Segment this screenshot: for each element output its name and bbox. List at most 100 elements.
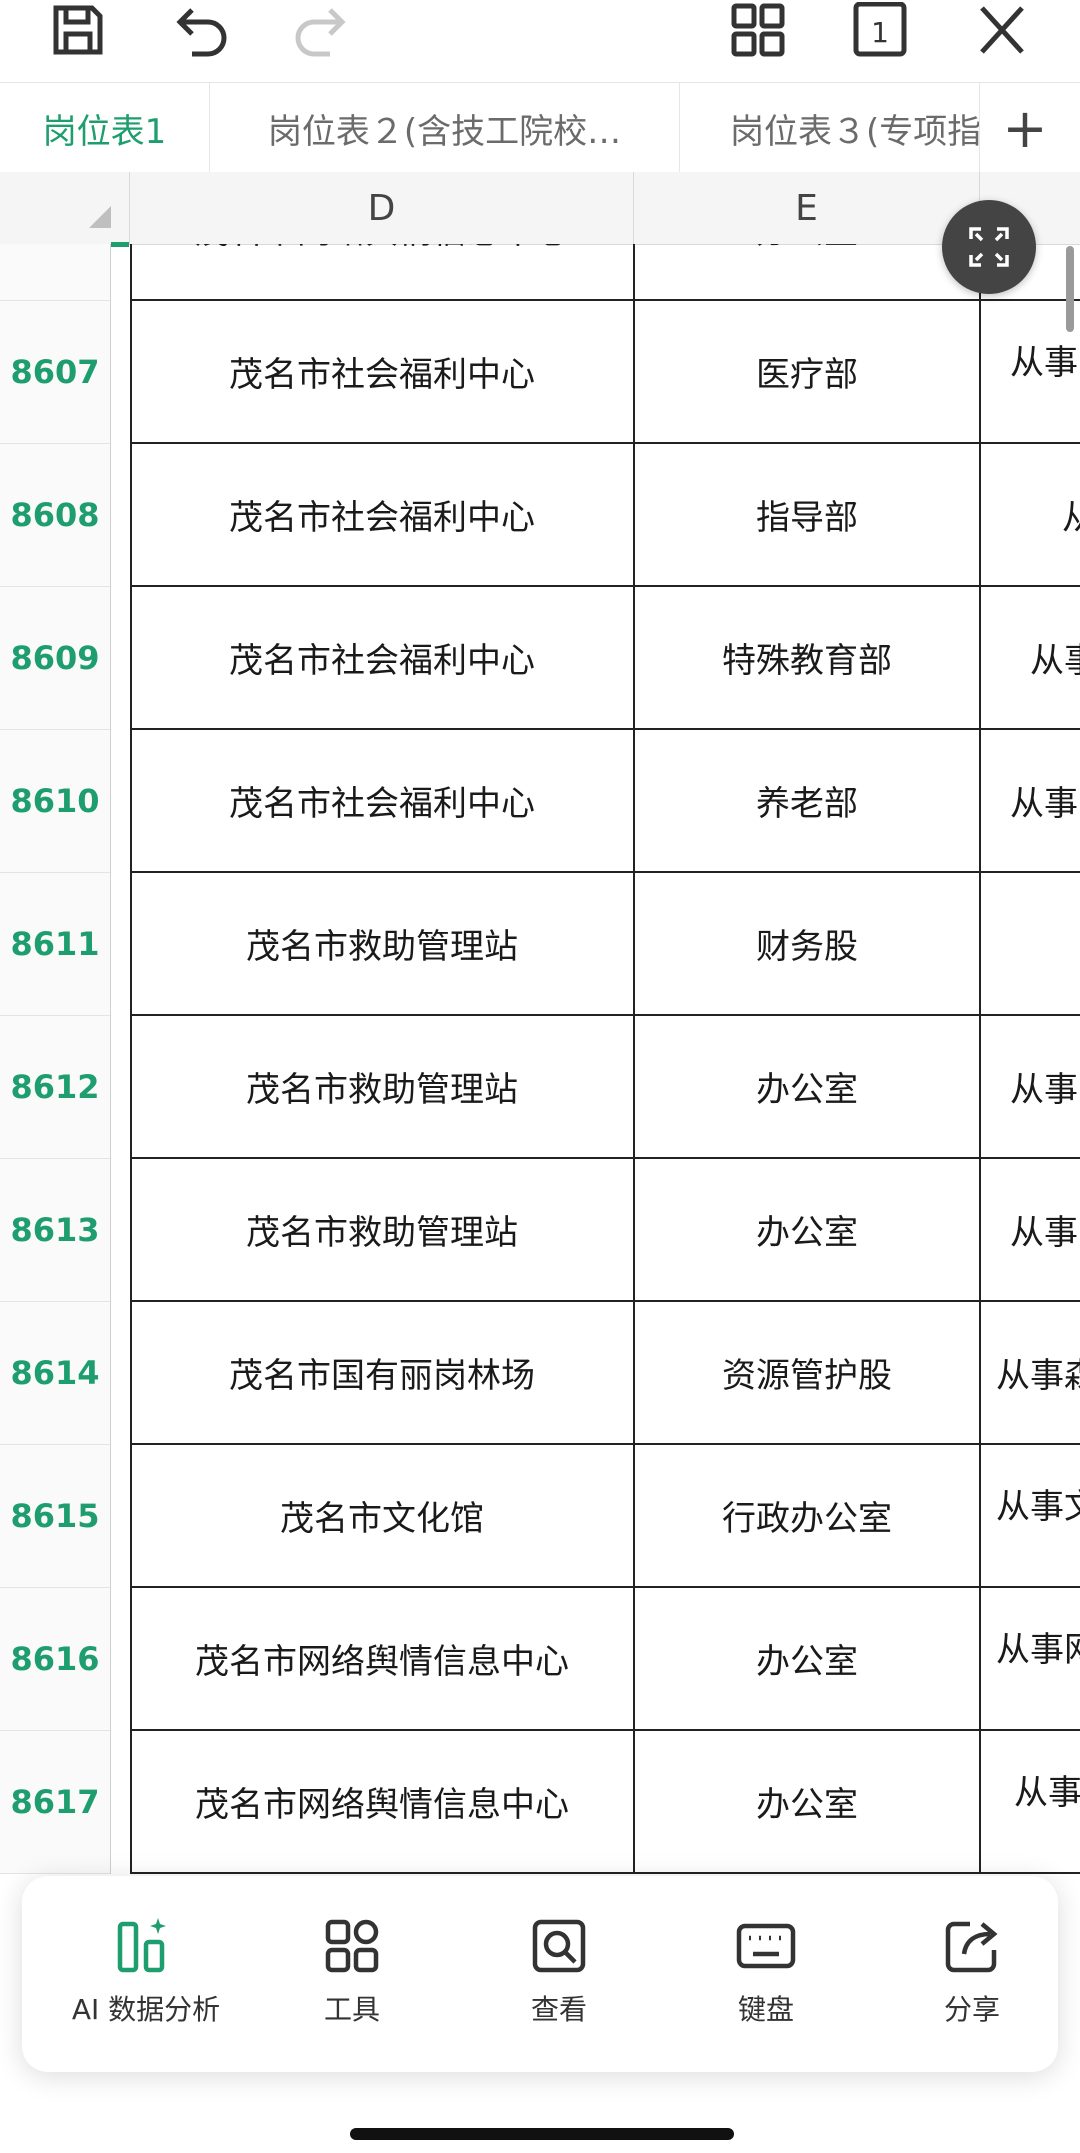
row-number[interactable]: 8612	[0, 1016, 110, 1159]
cell-f[interactable]	[980, 873, 1080, 1014]
bottom-action-bar: AI 数据分析 工具 查看 键盘 分享	[22, 1876, 1058, 2072]
row-number[interactable]: 8607	[0, 301, 110, 444]
cell-e[interactable]: 财务股	[634, 873, 980, 1014]
view-label: 查看	[530, 1993, 587, 2026]
cell-e[interactable]: 办公室	[634, 1731, 980, 1872]
cell-d[interactable]: 茂名市救助管理站	[130, 873, 634, 1014]
cell-f[interactable]: 从事	[980, 1731, 1080, 1872]
row-number[interactable]: 8615	[0, 1445, 110, 1588]
tools-button[interactable]: 工具	[262, 1916, 442, 2046]
grid-line	[633, 244, 635, 1874]
view-button[interactable]: 查看	[469, 1916, 649, 2046]
column-header-d[interactable]: D	[130, 172, 634, 244]
cell-e[interactable]: 养老部	[634, 730, 980, 871]
cell-d[interactable]: 茂名市救助管理站	[130, 1159, 634, 1300]
cell-d[interactable]: 茂名市国有丽岗林场	[130, 1302, 634, 1443]
cell-f[interactable]: 从事文	[980, 1445, 1080, 1586]
cell-d[interactable]: 茂名市社会福利中心	[130, 301, 634, 442]
table-row: 茂名市网络舆情信息中心 办公室 从事	[130, 1731, 1080, 1874]
add-sheet-icon[interactable]: +	[990, 83, 1060, 173]
row-number[interactable]: 8608	[0, 444, 110, 587]
cell-d[interactable]: 茂名市网络舆情信息中心	[130, 244, 634, 299]
cell-d[interactable]: 茂名市文化馆	[130, 1445, 634, 1586]
tab-sheet-1[interactable]: 岗位表1	[0, 83, 210, 173]
close-icon[interactable]	[962, 0, 1042, 60]
table-row: 茂名市网络舆情信息中心 办公室	[130, 244, 1080, 301]
cell-e[interactable]: 办公室	[634, 1588, 980, 1729]
redo-icon[interactable]	[282, 0, 362, 60]
cell-d[interactable]: 茂名市社会福利中心	[130, 730, 634, 871]
row-number[interactable]	[0, 244, 110, 301]
table-row: 茂名市国有丽岗林场 资源管护股 从事森	[130, 1302, 1080, 1445]
table-row: 茂名市社会福利中心 特殊教育部 从事	[130, 587, 1080, 730]
table-row: 茂名市文化馆 行政办公室 从事文	[130, 1445, 1080, 1588]
select-all-corner[interactable]	[0, 172, 130, 247]
column-header-e[interactable]: E	[634, 172, 980, 244]
cell-f[interactable]: 从事	[980, 730, 1080, 871]
cell-e[interactable]: 行政办公室	[634, 1445, 980, 1586]
tab-sheet-2[interactable]: 岗位表２(含技工院校…	[210, 83, 680, 173]
grid-line	[130, 244, 132, 1874]
save-icon[interactable]	[38, 0, 118, 60]
grid-view-icon[interactable]	[718, 0, 798, 60]
cell-e[interactable]: 办公室	[634, 1016, 980, 1157]
cell-d[interactable]: 茂名市网络舆情信息中心	[130, 1731, 634, 1872]
column-header-bar: D E	[0, 172, 1080, 247]
cell-e[interactable]: 资源管护股	[634, 1302, 980, 1443]
row-number[interactable]: 8614	[0, 1302, 110, 1445]
cell-area: 茂名市网络舆情信息中心 办公室 茂名市社会福利中心 医疗部 从事 茂名市社会福利…	[130, 244, 1080, 1874]
table-row: 茂名市社会福利中心 养老部 从事	[130, 730, 1080, 873]
cell-f[interactable]: 从事网	[980, 1588, 1080, 1729]
tab-sheet-3[interactable]: 岗位表３(专项指	[680, 83, 980, 173]
cell-d[interactable]: 茂名市社会福利中心	[130, 587, 634, 728]
cell-f[interactable]: 从事	[980, 1016, 1080, 1157]
table-row: 茂名市社会福利中心 指导部 从	[130, 444, 1080, 587]
home-indicator[interactable]	[350, 2128, 734, 2140]
view-icon	[532, 1919, 586, 1973]
page-count-text: 1	[871, 16, 889, 49]
cell-f[interactable]: 从事	[980, 587, 1080, 728]
ai-analysis-label: AI 数据分析	[71, 1993, 221, 2026]
cell-f[interactable]: 从事森	[980, 1302, 1080, 1443]
spreadsheet-grid: 8607 8608 8609 8610 8611 8612 8613 8614 …	[0, 244, 1080, 1874]
tools-icon	[325, 1919, 379, 1973]
cell-d[interactable]: 茂名市社会福利中心	[130, 444, 634, 585]
cell-e[interactable]: 医疗部	[634, 301, 980, 442]
tools-label: 工具	[323, 1993, 380, 2026]
cell-e[interactable]: 指导部	[634, 444, 980, 585]
row-number[interactable]: 8616	[0, 1588, 110, 1731]
cell-f[interactable]: 从事	[980, 301, 1080, 442]
cell-f[interactable]: 从	[980, 444, 1080, 585]
grid-line	[979, 244, 981, 1874]
cell-e[interactable]: 办公室	[634, 244, 980, 299]
share-button[interactable]: 分享	[882, 1916, 1062, 2046]
row-number[interactable]: 8617	[0, 1731, 110, 1874]
table-row: 茂名市救助管理站 财务股	[130, 873, 1080, 1016]
sheet-tab-bar: 岗位表1 岗位表２(含技工院校… 岗位表３(专项指 +	[0, 82, 1080, 174]
page-count-icon[interactable]: 1	[840, 0, 920, 60]
row-number[interactable]: 8613	[0, 1159, 110, 1302]
row-number[interactable]: 8609	[0, 587, 110, 730]
cell-e[interactable]: 办公室	[634, 1159, 980, 1300]
table-row: 茂名市社会福利中心 医疗部 从事	[130, 301, 1080, 444]
row-number[interactable]: 8611	[0, 873, 110, 1016]
ai-analysis-icon	[117, 1918, 166, 1973]
cell-d[interactable]: 茂名市救助管理站	[130, 1016, 634, 1157]
keyboard-label: 键盘	[737, 1993, 794, 2026]
table-row: 茂名市网络舆情信息中心 办公室 从事网	[130, 1588, 1080, 1731]
top-toolbar: 1	[0, 0, 1080, 82]
cell-f[interactable]: 从事	[980, 1159, 1080, 1300]
keyboard-icon	[736, 1923, 796, 1969]
undo-icon[interactable]	[160, 0, 240, 60]
share-label: 分享	[943, 1993, 1000, 2026]
fullscreen-button[interactable]	[942, 200, 1036, 294]
vertical-scrollbar[interactable]	[1066, 246, 1074, 332]
expand-icon	[969, 227, 1009, 267]
cell-d[interactable]: 茂名市网络舆情信息中心	[130, 1588, 634, 1729]
table-row: 茂名市救助管理站 办公室 从事	[130, 1159, 1080, 1302]
keyboard-button[interactable]: 键盘	[676, 1916, 856, 2046]
cell-e[interactable]: 特殊教育部	[634, 587, 980, 728]
ai-analysis-button[interactable]: AI 数据分析	[56, 1916, 236, 2046]
row-number[interactable]: 8610	[0, 730, 110, 873]
share-icon	[945, 1921, 998, 1973]
